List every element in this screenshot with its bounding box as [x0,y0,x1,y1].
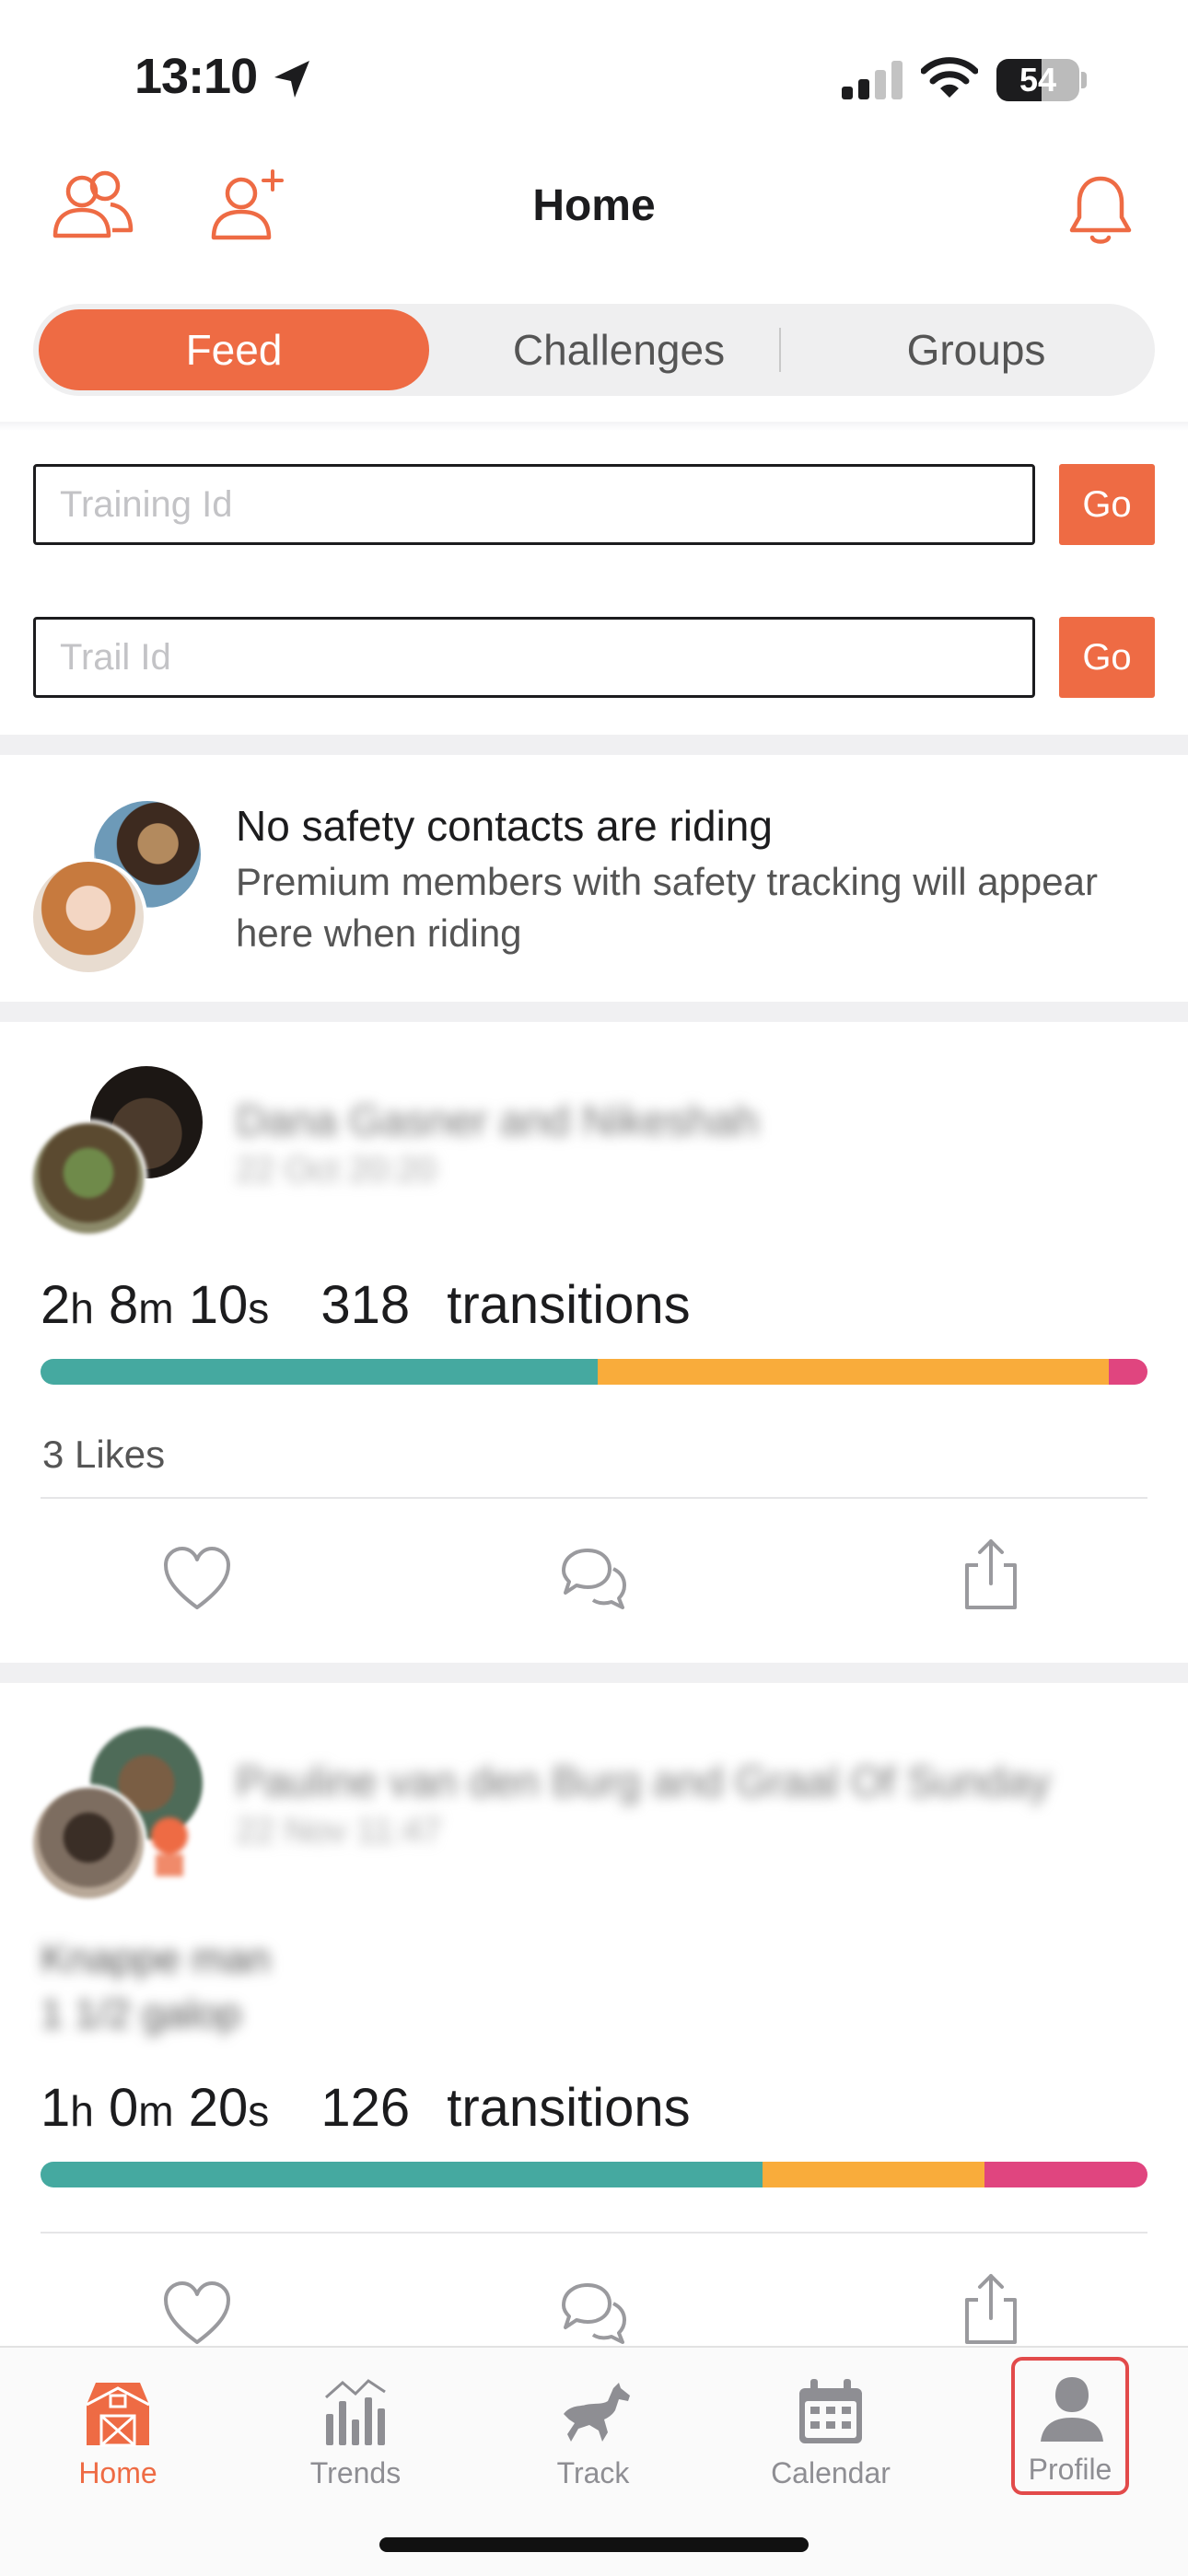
duration-minutes: 0 [108,2078,139,2138]
canter-segment [1108,1359,1147,1385]
tab-track-label: Track [556,2456,630,2489]
status-time: 13:10 [134,49,258,104]
duration-seconds: 10 [188,1275,249,1335]
duration-minutes: 8 [108,1275,139,1335]
battery-percentage: 54 [1019,61,1057,99]
rider-avatar[interactable] [29,1120,147,1237]
walk-segment [41,2162,763,2187]
trail-id-input[interactable] [33,617,1035,698]
minutes-unit: m [138,1284,174,1332]
segment-divider [779,328,781,372]
like-heart-icon[interactable] [160,2278,234,2351]
feed-author-name[interactable]: Pauline van den Burg and Graal Of Sunday [236,1757,1051,1806]
training-id-input[interactable] [33,464,1035,545]
duration-seconds: 20 [188,2078,249,2138]
divider [41,1497,1147,1499]
ride-stats: 1h 0m 20s 126 transitions [41,2077,691,2139]
tab-calendar[interactable]: Calendar [757,2361,904,2504]
feed-author-name[interactable]: Dana Gasner and Nikeshah [236,1096,759,1145]
tab-trends[interactable]: Trends [282,2361,429,2504]
minutes-unit: m [138,2087,174,2135]
award-badge-icon [151,1817,193,1876]
tab-profile[interactable]: Profile [1011,2357,1129,2495]
transitions-label: transitions [447,2078,691,2138]
home-indicator [379,2537,809,2552]
tab-home[interactable]: Home [44,2361,192,2504]
tab-challenges[interactable]: Challenges [435,309,803,390]
like-heart-icon[interactable] [160,1543,234,1617]
training-go-button[interactable]: Go [1059,464,1155,545]
rider-avatar[interactable] [29,1784,147,1902]
seconds-unit: s [248,2087,270,2135]
ride-note: Knappe man 1 1/2 galop [41,1932,271,2042]
segmented-control: Feed Challenges Groups [33,304,1155,396]
hours-unit: h [70,2087,94,2135]
share-icon[interactable] [954,2272,1028,2346]
trot-segment [762,2162,985,2187]
tab-feed[interactable]: Feed [39,309,429,390]
cellular-signal-icon [842,61,903,99]
tab-calendar-label: Calendar [771,2456,891,2489]
ride-note-line: 1 1/2 galop [41,1991,241,2036]
feed-date: 22 Nov 11:47 [236,1812,442,1851]
gait-distribution-bar [41,2162,1147,2187]
transitions-count: 126 [320,2078,411,2138]
battery-indicator: 54 [996,59,1079,101]
seconds-unit: s [248,1284,270,1332]
ride-note-line: Knappe man [41,1936,271,1981]
hours-unit: h [70,1284,94,1332]
tab-track[interactable]: Track [519,2361,667,2504]
tab-trends-label: Trends [309,2456,402,2489]
trends-chart-icon [325,2379,386,2445]
wifi-icon [921,57,978,98]
canter-segment [984,2162,1147,2187]
tab-groups[interactable]: Groups [803,309,1149,390]
tab-profile-label: Profile [1028,2453,1112,2486]
section-divider [0,1663,1188,1683]
barn-icon [86,2383,150,2447]
location-arrow-icon [274,61,309,98]
feed-date: 22 Oct 20:20 [236,1151,437,1189]
duration-hours: 1 [41,2078,71,2138]
header-shadow [0,422,1188,431]
trail-go-button[interactable]: Go [1059,617,1155,698]
profile-person-icon [1041,2377,1103,2442]
tab-home-label: Home [78,2456,157,2489]
comment-icon[interactable] [556,1543,630,1617]
trot-segment [597,1359,1109,1385]
rider-avatar [29,858,147,976]
horse-icon [564,2383,630,2442]
battery-tip [1081,72,1087,88]
walk-segment [41,1359,598,1385]
transitions-count: 318 [320,1275,411,1335]
page-title: Home [532,181,656,230]
section-divider [0,1002,1188,1022]
likes-count[interactable]: 3 Likes [42,1433,165,1477]
safety-title: No safety contacts are riding [236,802,773,850]
calendar-icon [799,2379,862,2443]
gait-distribution-bar [41,1359,1147,1385]
share-icon[interactable] [954,1537,1028,1611]
comment-icon[interactable] [556,2278,630,2351]
safety-description: Premium members with safety tracking wil… [236,860,1098,955]
transitions-label: transitions [447,1275,691,1335]
divider [41,2232,1147,2234]
notifications-bell-icon[interactable] [1066,173,1135,247]
duration-hours: 2 [41,1275,71,1335]
ride-stats: 2h 8m 10s 318 transitions [41,1274,691,1336]
section-divider [0,735,1188,755]
